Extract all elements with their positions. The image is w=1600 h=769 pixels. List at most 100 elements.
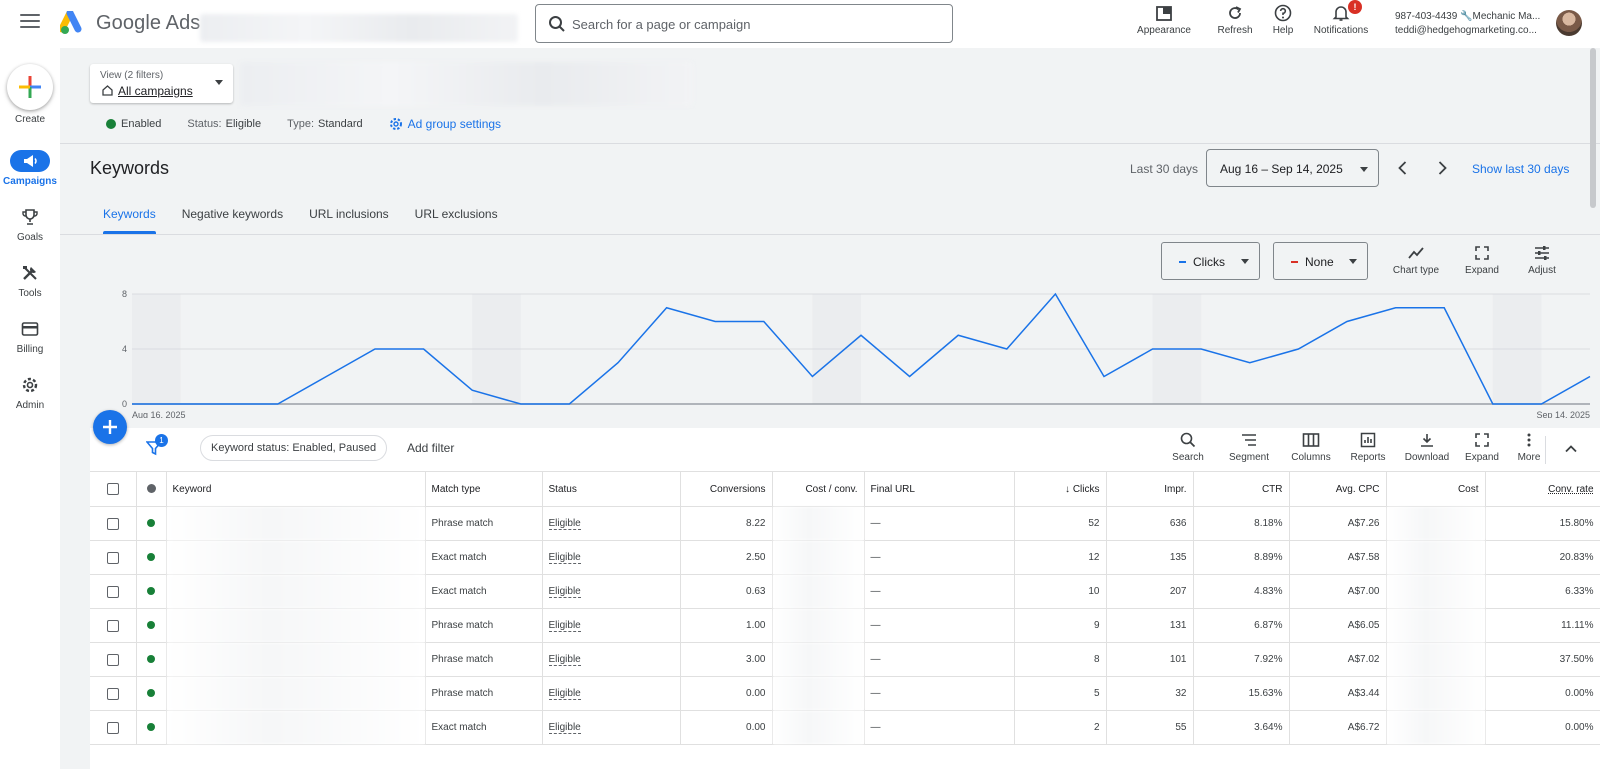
- status-value: Eligible: [225, 118, 262, 130]
- chevron-up-icon[interactable]: [1564, 442, 1578, 456]
- col-header-ctr[interactable]: CTR: [1193, 471, 1290, 507]
- tab-negative-keywords[interactable]: Negative keywords: [169, 198, 296, 234]
- row-checkbox[interactable]: [106, 517, 119, 530]
- nav-item-campaigns[interactable]: Campaigns: [0, 150, 60, 187]
- tab-keywords[interactable]: Keywords: [90, 198, 169, 234]
- keyword-cell-redacted[interactable]: [166, 608, 426, 643]
- row-checkbox[interactable]: [106, 551, 119, 564]
- appearance-button[interactable]: Appearance: [1134, 4, 1194, 36]
- notifications-button[interactable]: ! Notifications: [1308, 0, 1374, 36]
- refresh-button[interactable]: Refresh: [1210, 4, 1260, 36]
- status-eligible[interactable]: Eligible: [548, 586, 581, 598]
- add-filter-button[interactable]: Add filter: [407, 441, 454, 455]
- row-checkbox[interactable]: [106, 687, 119, 700]
- divider: [60, 143, 1600, 144]
- download-button[interactable]: Download: [1400, 432, 1454, 463]
- status-eligible[interactable]: Eligible: [548, 688, 581, 700]
- keyword-cell-redacted[interactable]: [166, 540, 426, 575]
- col-header-impr[interactable]: Impr.: [1106, 471, 1194, 507]
- col-header-conv-rate[interactable]: Conv. rate: [1485, 471, 1600, 507]
- chart-type-button[interactable]: Chart type: [1390, 245, 1442, 276]
- chevron-down-icon: [215, 80, 223, 85]
- help-button[interactable]: Help: [1268, 4, 1298, 36]
- more-label: More: [1517, 452, 1541, 463]
- avg-cpc-cell: A$6.72: [1289, 710, 1387, 745]
- search-box[interactable]: [535, 4, 953, 43]
- table-row[interactable]: Phrase match Eligible 0.00 —5 32 15.63% A$3.44…: [90, 676, 1600, 711]
- table-row[interactable]: Phrase match Eligible 1.00 —9 131 6.87% A$6.05…: [90, 608, 1600, 643]
- menu-icon[interactable]: [20, 14, 40, 32]
- chart-adjust-button[interactable]: Adjust: [1524, 245, 1560, 276]
- status-cell: Eligible: [542, 540, 681, 575]
- status-eligible[interactable]: Eligible: [548, 518, 581, 530]
- col-header-clicks[interactable]: ↓ Clicks: [1014, 471, 1107, 507]
- col-header-avg-cpc[interactable]: Avg. CPC: [1289, 471, 1387, 507]
- tab-url-exclusions[interactable]: URL exclusions: [402, 198, 511, 234]
- nav-item-billing[interactable]: Billing: [0, 318, 60, 355]
- date-range-picker[interactable]: Aug 16 – Sep 14, 2025: [1206, 149, 1379, 187]
- keyword-cell-redacted[interactable]: [166, 642, 426, 677]
- more-button[interactable]: More: [1514, 432, 1544, 463]
- row-checkbox[interactable]: [106, 619, 119, 632]
- x-start-label: Aug 16, 2025: [132, 410, 186, 418]
- avg-cpc-cell: A$3.44: [1289, 676, 1387, 711]
- sort-arrow-down-icon: ↓: [1065, 483, 1073, 495]
- none-swatch: [1291, 261, 1298, 263]
- keyword-cell-redacted[interactable]: [166, 506, 426, 541]
- reports-button[interactable]: Reports: [1346, 432, 1390, 463]
- segment-button[interactable]: Segment: [1224, 432, 1274, 463]
- avg-cpc-cell: A$6.05: [1289, 608, 1387, 643]
- view-selector[interactable]: View (2 filters) All campaigns: [90, 64, 233, 103]
- table-expand-button[interactable]: Expand: [1462, 432, 1502, 463]
- table-row[interactable]: Phrase match Eligible 8.22 —52 636 8.18% A$7.2…: [90, 506, 1600, 541]
- create-button[interactable]: [7, 64, 53, 110]
- show-last-30-days-link[interactable]: Show last 30 days: [1472, 162, 1569, 176]
- nav-item-tools[interactable]: Tools: [0, 262, 60, 299]
- status-eligible[interactable]: Eligible: [548, 654, 581, 666]
- col-header-cost[interactable]: Cost: [1386, 471, 1486, 507]
- row-checkbox[interactable]: [106, 721, 119, 734]
- col-header-final-url[interactable]: Final URL: [864, 471, 1015, 507]
- table-row[interactable]: Exact match Eligible 0.63 —10 207 4.83% A$7.00…: [90, 574, 1600, 609]
- chevron-left-icon[interactable]: [1393, 158, 1413, 178]
- status-eligible[interactable]: Eligible: [548, 722, 581, 734]
- type-value: Standard: [318, 118, 363, 130]
- ad-group-settings-link[interactable]: Ad group settings: [389, 117, 501, 131]
- add-keyword-button[interactable]: [93, 410, 127, 444]
- status-eligible[interactable]: Eligible: [548, 552, 581, 564]
- col-header-status[interactable]: Status: [542, 471, 681, 507]
- keyword-cell-redacted[interactable]: [166, 574, 426, 609]
- row-checkbox[interactable]: [106, 585, 119, 598]
- avatar[interactable]: [1556, 10, 1582, 36]
- account-info[interactable]: 987-403-4439 🔧Mechanic Ma... teddi@hedge…: [1395, 10, 1545, 38]
- col-header-conversions[interactable]: Conversions: [680, 471, 773, 507]
- nav-item-admin[interactable]: Admin: [0, 374, 60, 411]
- col-header-cost-per-conv[interactable]: Cost / conv.: [772, 471, 865, 507]
- keyword-cell-redacted[interactable]: [166, 676, 426, 711]
- more-vert-icon: [1527, 433, 1531, 447]
- nav-item-goals[interactable]: Goals: [0, 206, 60, 243]
- select-all-checkbox[interactable]: [106, 483, 119, 495]
- keyword-cell-redacted[interactable]: [166, 710, 426, 745]
- page-scrollbar[interactable]: [1590, 48, 1596, 208]
- table-row[interactable]: Exact match Eligible 0.00 —2 55 3.64% A$6.72 0.…: [90, 710, 1600, 745]
- col-header-match-type[interactable]: Match type: [425, 471, 543, 507]
- status-eligible[interactable]: Eligible: [548, 620, 581, 632]
- table-search-button[interactable]: Search: [1168, 432, 1208, 463]
- chevron-right-icon[interactable]: [1432, 158, 1452, 178]
- metric-selector-clicks[interactable]: Clicks: [1161, 242, 1260, 280]
- avg-cpc-cell: A$7.26: [1289, 506, 1387, 541]
- keyword-status-filter-chip[interactable]: Keyword status: Enabled, Paused: [200, 435, 388, 461]
- tools-icon: [23, 266, 37, 280]
- columns-button[interactable]: Columns: [1286, 432, 1336, 463]
- metric-selector-none[interactable]: None: [1273, 242, 1368, 280]
- col-header-keyword[interactable]: Keyword: [166, 471, 426, 507]
- account-email: teddi@hedgehogmarketing.co...: [1395, 25, 1537, 36]
- table-row[interactable]: Phrase match Eligible 3.00 —8 101 7.92% A$7.02…: [90, 642, 1600, 677]
- search-input[interactable]: [572, 13, 942, 35]
- tab-url-inclusions[interactable]: URL inclusions: [296, 198, 402, 234]
- clicks-cell: 10: [1014, 574, 1107, 609]
- table-row[interactable]: Exact match Eligible 2.50 —12 135 8.89% A$7.58…: [90, 540, 1600, 575]
- row-checkbox[interactable]: [106, 653, 119, 666]
- chart-expand-button[interactable]: Expand: [1464, 245, 1500, 276]
